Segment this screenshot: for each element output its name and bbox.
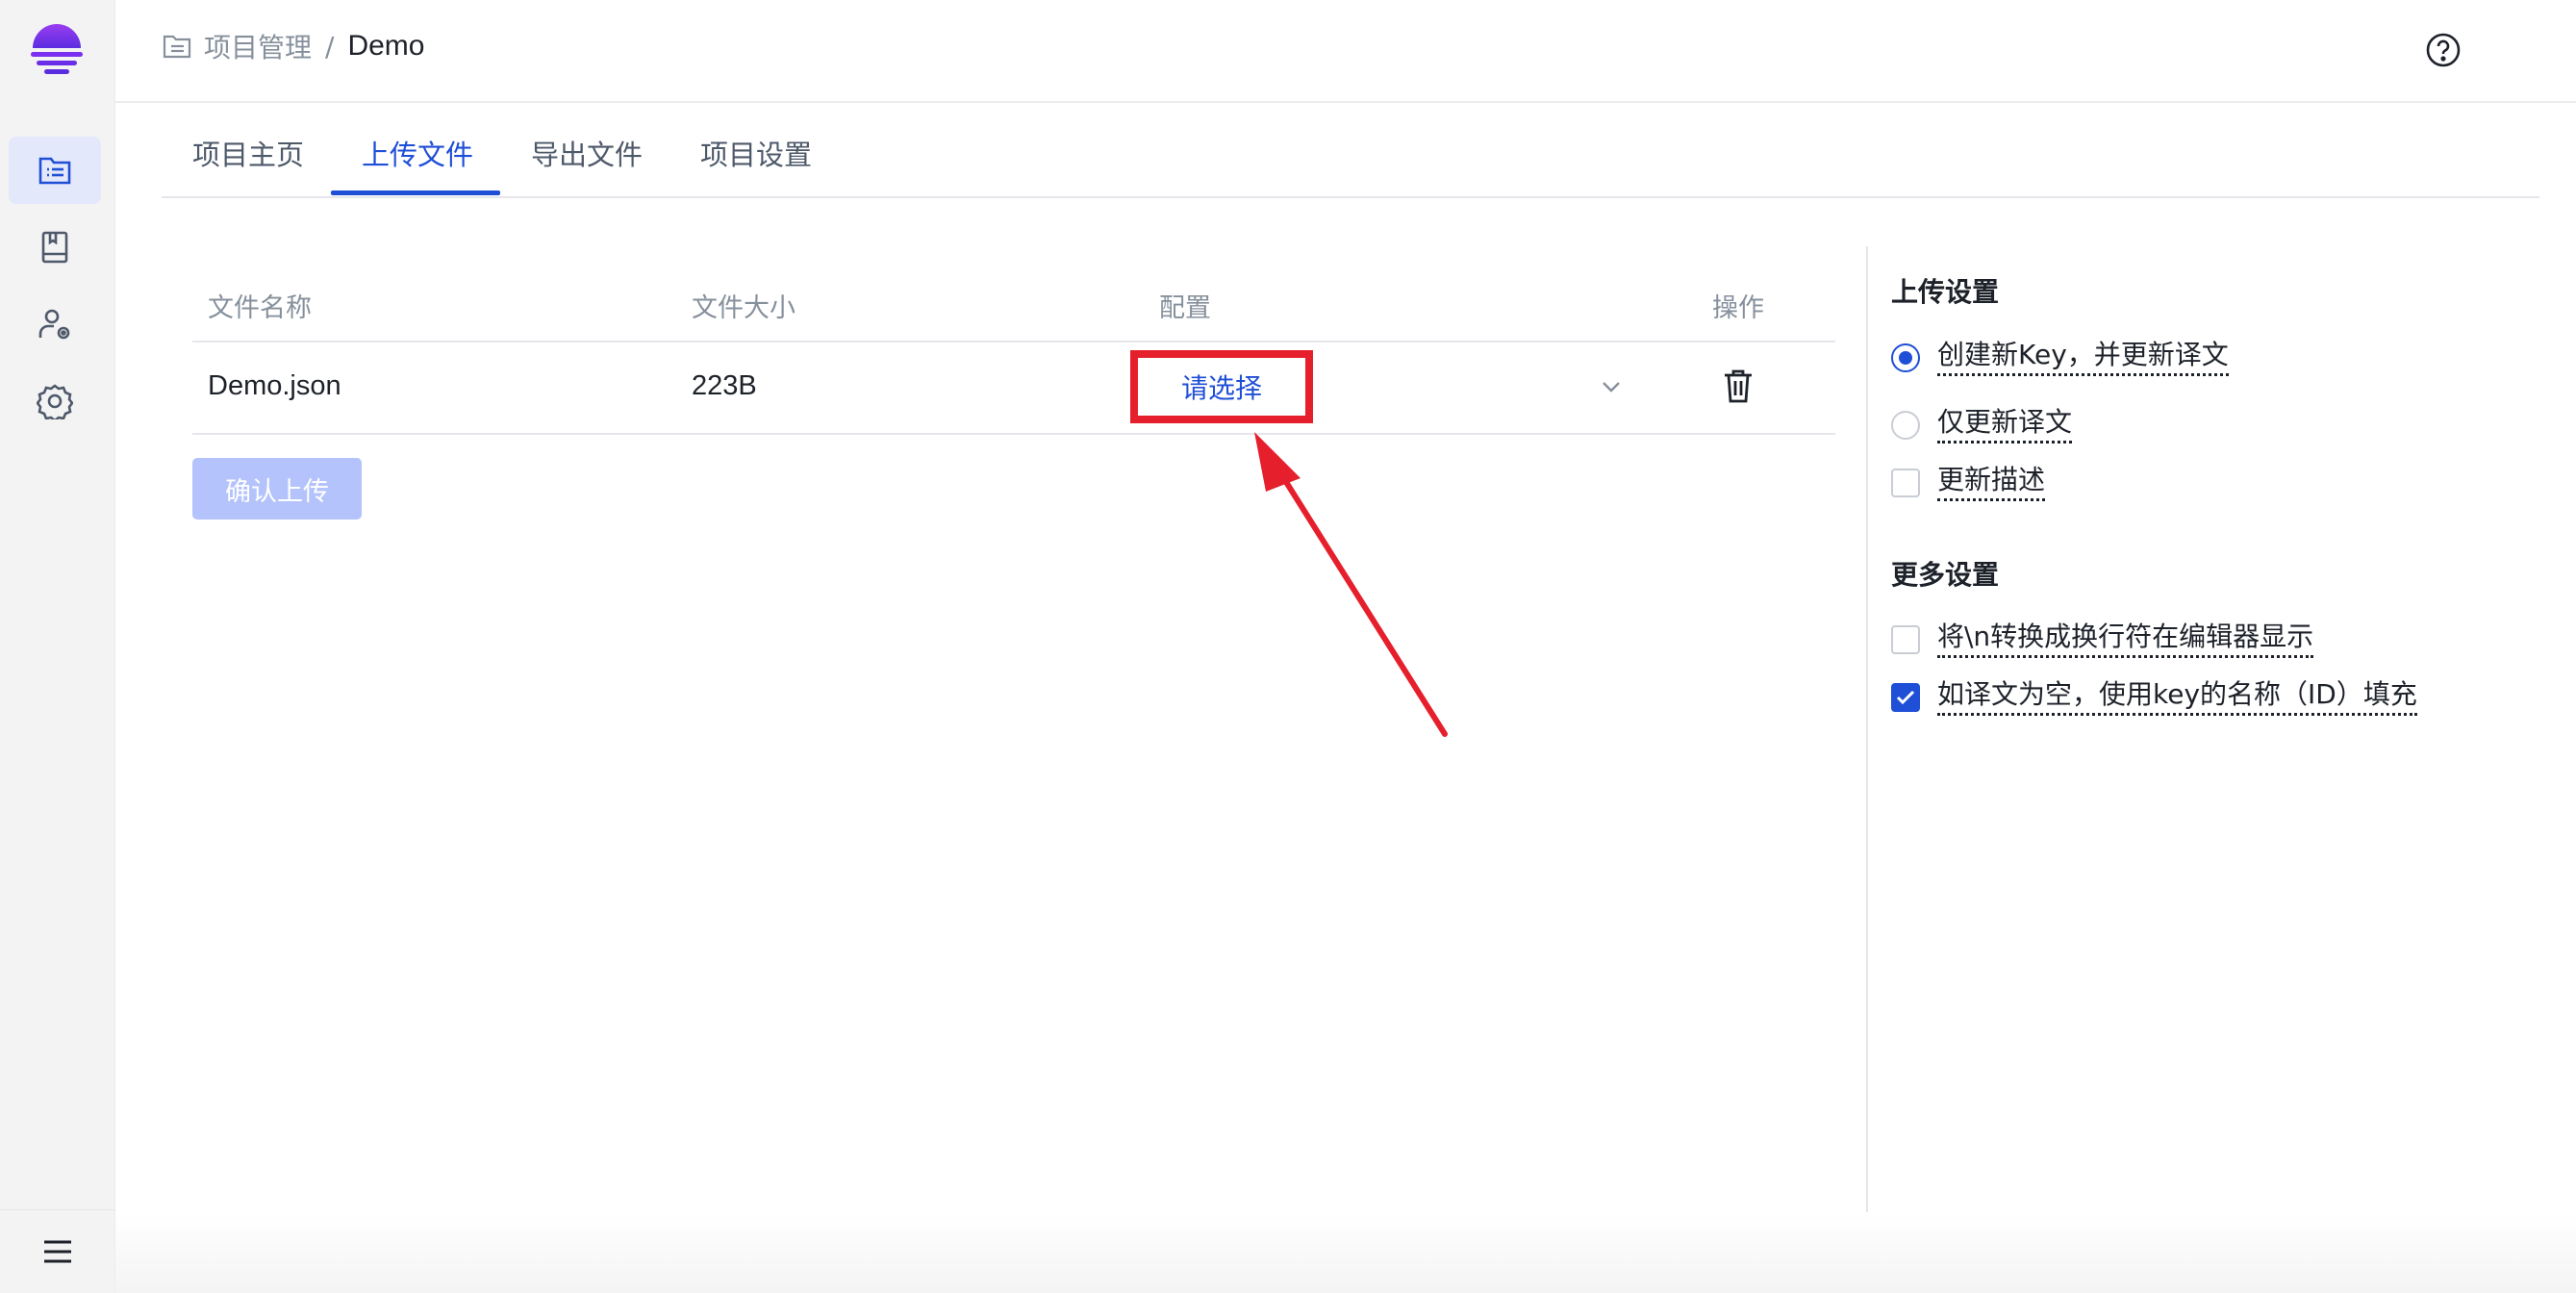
breadcrumb-current: Demo	[347, 30, 425, 62]
folder-icon	[163, 35, 191, 59]
book-icon	[41, 231, 68, 264]
chevron-down-icon[interactable]	[1598, 373, 1625, 400]
option-update-description[interactable]: 更新描述	[1891, 464, 2046, 501]
active-tab-indicator	[331, 190, 500, 195]
column-header-size: 文件大小	[692, 293, 796, 323]
top-header: 项目管理 / Demo	[115, 0, 2576, 103]
checkbox-fill-with-key-name[interactable]	[1891, 682, 1920, 712]
file-name-cell: Demo.json	[208, 370, 341, 401]
menu-icon[interactable]	[43, 1239, 72, 1264]
gear-icon	[37, 384, 73, 419]
app-window: 项目管理 / Demo 项目主页 上传文件 导出文件 项目设置 文件名称 文件大…	[0, 0, 2576, 1293]
nav-members[interactable]	[9, 291, 101, 358]
trash-icon[interactable]	[1722, 368, 1755, 404]
nav-projects[interactable]	[9, 137, 101, 204]
tab-project-home[interactable]: 项目主页	[192, 133, 304, 173]
column-header-actions: 操作	[1712, 293, 1764, 323]
nav-settings[interactable]	[9, 368, 101, 435]
tab-upload-files[interactable]: 上传文件	[362, 133, 473, 173]
breadcrumb-separator: /	[325, 30, 335, 63]
option-label: 如译文为空，使用key的名称（ID）填充	[1937, 678, 2417, 716]
confirm-upload-button[interactable]: 确认上传	[192, 458, 362, 520]
rail-footer	[0, 1209, 115, 1293]
check-icon	[1896, 690, 1915, 704]
left-rail	[0, 0, 115, 1293]
option-label: 将\n转换成换行符在编辑器显示	[1937, 621, 2314, 658]
bottom-fade	[115, 1212, 2576, 1293]
option-update-translation-only[interactable]: 仅更新译文	[1891, 406, 2073, 444]
user-settings-icon	[38, 309, 70, 340]
column-header-name: 文件名称	[208, 293, 312, 323]
config-select[interactable]: 请选择	[1130, 350, 1313, 423]
settings-panel-divider	[1866, 246, 1868, 1293]
annotation-arrow	[1254, 432, 1448, 737]
config-select-placeholder: 请选择	[1180, 372, 1262, 404]
tab-project-settings[interactable]: 项目设置	[700, 133, 812, 173]
breadcrumb: 项目管理 / Demo	[162, 27, 424, 65]
breadcrumb-parent[interactable]: 项目管理	[204, 27, 312, 65]
option-fill-with-key-name[interactable]: 如译文为空，使用key的名称（ID）填充	[1891, 678, 2417, 716]
project-list-icon	[38, 157, 71, 185]
column-header-config: 配置	[1159, 293, 1211, 323]
option-label: 创建新Key，并更新译文	[1937, 339, 2229, 376]
file-size-cell: 223B	[692, 370, 757, 401]
option-label: 仅更新译文	[1937, 406, 2073, 444]
help-icon[interactable]	[2425, 32, 2462, 68]
checkbox-update-description[interactable]	[1891, 468, 1920, 497]
option-create-new-key[interactable]: 创建新Key，并更新译文	[1891, 339, 2229, 376]
tab-export-files[interactable]: 导出文件	[531, 133, 643, 173]
checkbox-convert-newline[interactable]	[1891, 624, 1920, 654]
project-tabs: 项目主页 上传文件 导出文件 项目设置	[162, 104, 2539, 198]
brand-logo-icon[interactable]	[28, 21, 86, 81]
option-convert-newline[interactable]: 将\n转换成换行符在编辑器显示	[1891, 621, 2314, 658]
radio-update-translation-only[interactable]	[1891, 410, 1920, 440]
radio-create-new-key[interactable]	[1891, 342, 1920, 372]
more-settings-title: 更多设置	[1891, 559, 2000, 591]
option-label: 更新描述	[1937, 464, 2046, 501]
upload-settings-title: 上传设置	[1891, 276, 2000, 308]
table-row-divider	[192, 433, 1835, 435]
nav-glossary[interactable]	[9, 214, 101, 281]
table-header-divider	[192, 341, 1835, 342]
